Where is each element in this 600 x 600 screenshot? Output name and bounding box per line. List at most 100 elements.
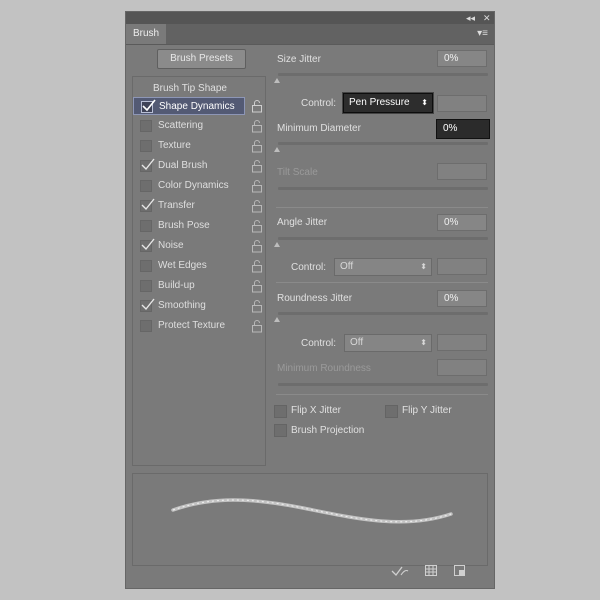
minimum-diameter-label: Minimum Diameter <box>277 123 361 134</box>
lock-icon[interactable] <box>250 139 264 153</box>
scattering-checkbox[interactable] <box>140 120 152 132</box>
list-item-label: Texture <box>158 140 191 151</box>
brush-pose-checkbox[interactable] <box>140 220 152 232</box>
lock-icon[interactable] <box>250 179 264 193</box>
transfer-checkbox[interactable] <box>140 198 155 212</box>
list-item-noise[interactable]: Noise <box>133 237 245 255</box>
new-preset-icon[interactable] <box>454 565 465 579</box>
minimum-diameter-field[interactable]: 0% <box>436 119 490 139</box>
wet-edges-checkbox[interactable] <box>140 260 152 272</box>
lock-icon[interactable] <box>250 219 264 233</box>
build-up-checkbox[interactable] <box>140 280 152 292</box>
list-item-brush-pose[interactable]: Brush Pose <box>133 217 245 235</box>
brush-stroke-preview <box>171 498 453 524</box>
angle-jitter-label: Angle Jitter <box>277 217 328 228</box>
check-icon <box>141 198 155 211</box>
texture-checkbox[interactable] <box>140 140 152 152</box>
lock-icon[interactable] <box>250 159 264 173</box>
panel-menu-icon[interactable]: ▾≡ <box>477 28 488 39</box>
lock-icon[interactable] <box>250 199 264 213</box>
angle-jitter-slider[interactable] <box>278 237 488 240</box>
list-item-label: Smoothing <box>158 300 206 311</box>
brush-options-list: Brush Tip Shape Shape Dynamics Scatterin… <box>132 76 266 466</box>
list-item-color-dynamics[interactable]: Color Dynamics <box>133 177 245 195</box>
list-item-build-up[interactable]: Build-up <box>133 277 245 295</box>
list-item-label: Brush Pose <box>158 220 210 231</box>
lock-icon[interactable] <box>250 99 264 113</box>
select-value: Pen Pressure <box>349 97 410 108</box>
size-control-blank-field <box>437 95 487 112</box>
protect-texture-checkbox[interactable] <box>140 320 152 332</box>
list-item-label: Noise <box>158 240 184 251</box>
list-item-wet-edges[interactable]: Wet Edges <box>133 257 245 275</box>
color-dynamics-checkbox[interactable] <box>140 180 152 192</box>
list-item-texture[interactable]: Texture <box>133 137 245 155</box>
list-item-shape-dynamics[interactable]: Shape Dynamics <box>133 97 245 115</box>
slider-thumb[interactable] <box>274 242 280 247</box>
size-jitter-slider[interactable] <box>278 73 488 76</box>
noise-checkbox[interactable] <box>140 238 155 252</box>
slider-thumb[interactable] <box>274 78 280 83</box>
minimum-roundness-label: Minimum Roundness <box>277 363 371 374</box>
lock-icon[interactable] <box>250 239 264 253</box>
roundness-control-label: Control: <box>301 338 337 349</box>
roundness-control-blank-field <box>437 334 487 351</box>
list-item-label: Wet Edges <box>158 260 207 271</box>
list-item-dual-brush[interactable]: Dual Brush <box>133 157 245 175</box>
angle-control-select[interactable]: Off ⬍ <box>334 258 432 276</box>
slider-thumb[interactable] <box>274 317 280 322</box>
lock-icon[interactable] <box>250 119 264 133</box>
slider-thumb[interactable] <box>274 147 280 152</box>
size-jitter-field[interactable]: 0% <box>437 50 487 67</box>
lock-icon[interactable] <box>250 319 264 333</box>
list-item-label: Protect Texture <box>158 320 226 331</box>
roundness-jitter-field[interactable]: 0% <box>437 290 487 307</box>
tab-row: Brush ▾≡ <box>126 24 494 45</box>
flip-y-jitter-checkbox[interactable] <box>385 405 398 418</box>
roundness-control-select[interactable]: Off ⬍ <box>344 334 432 352</box>
tilt-scale-field <box>437 163 487 180</box>
angle-control-label: Control: <box>291 262 327 273</box>
shape-dynamics-checkbox[interactable] <box>141 99 156 113</box>
grid-icon[interactable] <box>425 565 437 579</box>
list-item-smoothing[interactable]: Smoothing <box>133 297 245 315</box>
brush-presets-button[interactable]: Brush Presets <box>157 49 246 69</box>
check-icon <box>141 298 155 311</box>
toggle-brush-icon[interactable] <box>391 565 409 580</box>
chevron-updown-icon: ⬍ <box>420 338 427 347</box>
divider <box>276 394 488 395</box>
divider <box>276 282 488 283</box>
list-item-transfer[interactable]: Transfer <box>133 197 245 215</box>
minimum-roundness-field <box>437 359 487 376</box>
tilt-scale-slider <box>278 187 488 190</box>
angle-jitter-field[interactable]: 0% <box>437 214 487 231</box>
flip-y-jitter-label: Flip Y Jitter <box>402 405 452 416</box>
list-item-label: Scattering <box>158 120 204 131</box>
roundness-jitter-label: Roundness Jitter <box>277 293 353 304</box>
angle-control-blank-field <box>437 258 487 275</box>
check-icon <box>142 99 156 112</box>
lock-icon[interactable] <box>250 299 264 313</box>
list-item-label: Color Dynamics <box>158 180 229 191</box>
divider <box>276 207 488 208</box>
lock-icon[interactable] <box>250 279 264 293</box>
chevron-updown-icon: ⬍ <box>420 262 427 271</box>
select-value: Off <box>350 337 364 348</box>
size-jitter-label: Size Jitter <box>277 54 321 65</box>
collapse-icon[interactable]: ◂◂ <box>466 13 475 24</box>
list-item-scattering[interactable]: Scattering <box>133 117 245 135</box>
flip-x-jitter-checkbox[interactable] <box>274 405 287 418</box>
roundness-jitter-slider[interactable] <box>278 312 488 315</box>
chevron-updown-icon: ⬍ <box>421 98 428 107</box>
brush-tip-shape-item[interactable]: Brush Tip Shape <box>153 83 227 94</box>
lock-icon[interactable] <box>250 259 264 273</box>
brush-projection-checkbox[interactable] <box>274 424 287 437</box>
minimum-diameter-slider[interactable] <box>278 142 488 145</box>
dual-brush-checkbox[interactable] <box>140 158 155 172</box>
select-value: Off <box>340 261 354 272</box>
close-icon[interactable]: ✕ <box>483 13 491 24</box>
smoothing-checkbox[interactable] <box>140 298 155 312</box>
list-item-protect-texture[interactable]: Protect Texture <box>133 317 245 335</box>
tab-brush[interactable]: Brush <box>126 24 166 44</box>
size-control-select[interactable]: Pen Pressure ⬍ <box>343 93 433 113</box>
